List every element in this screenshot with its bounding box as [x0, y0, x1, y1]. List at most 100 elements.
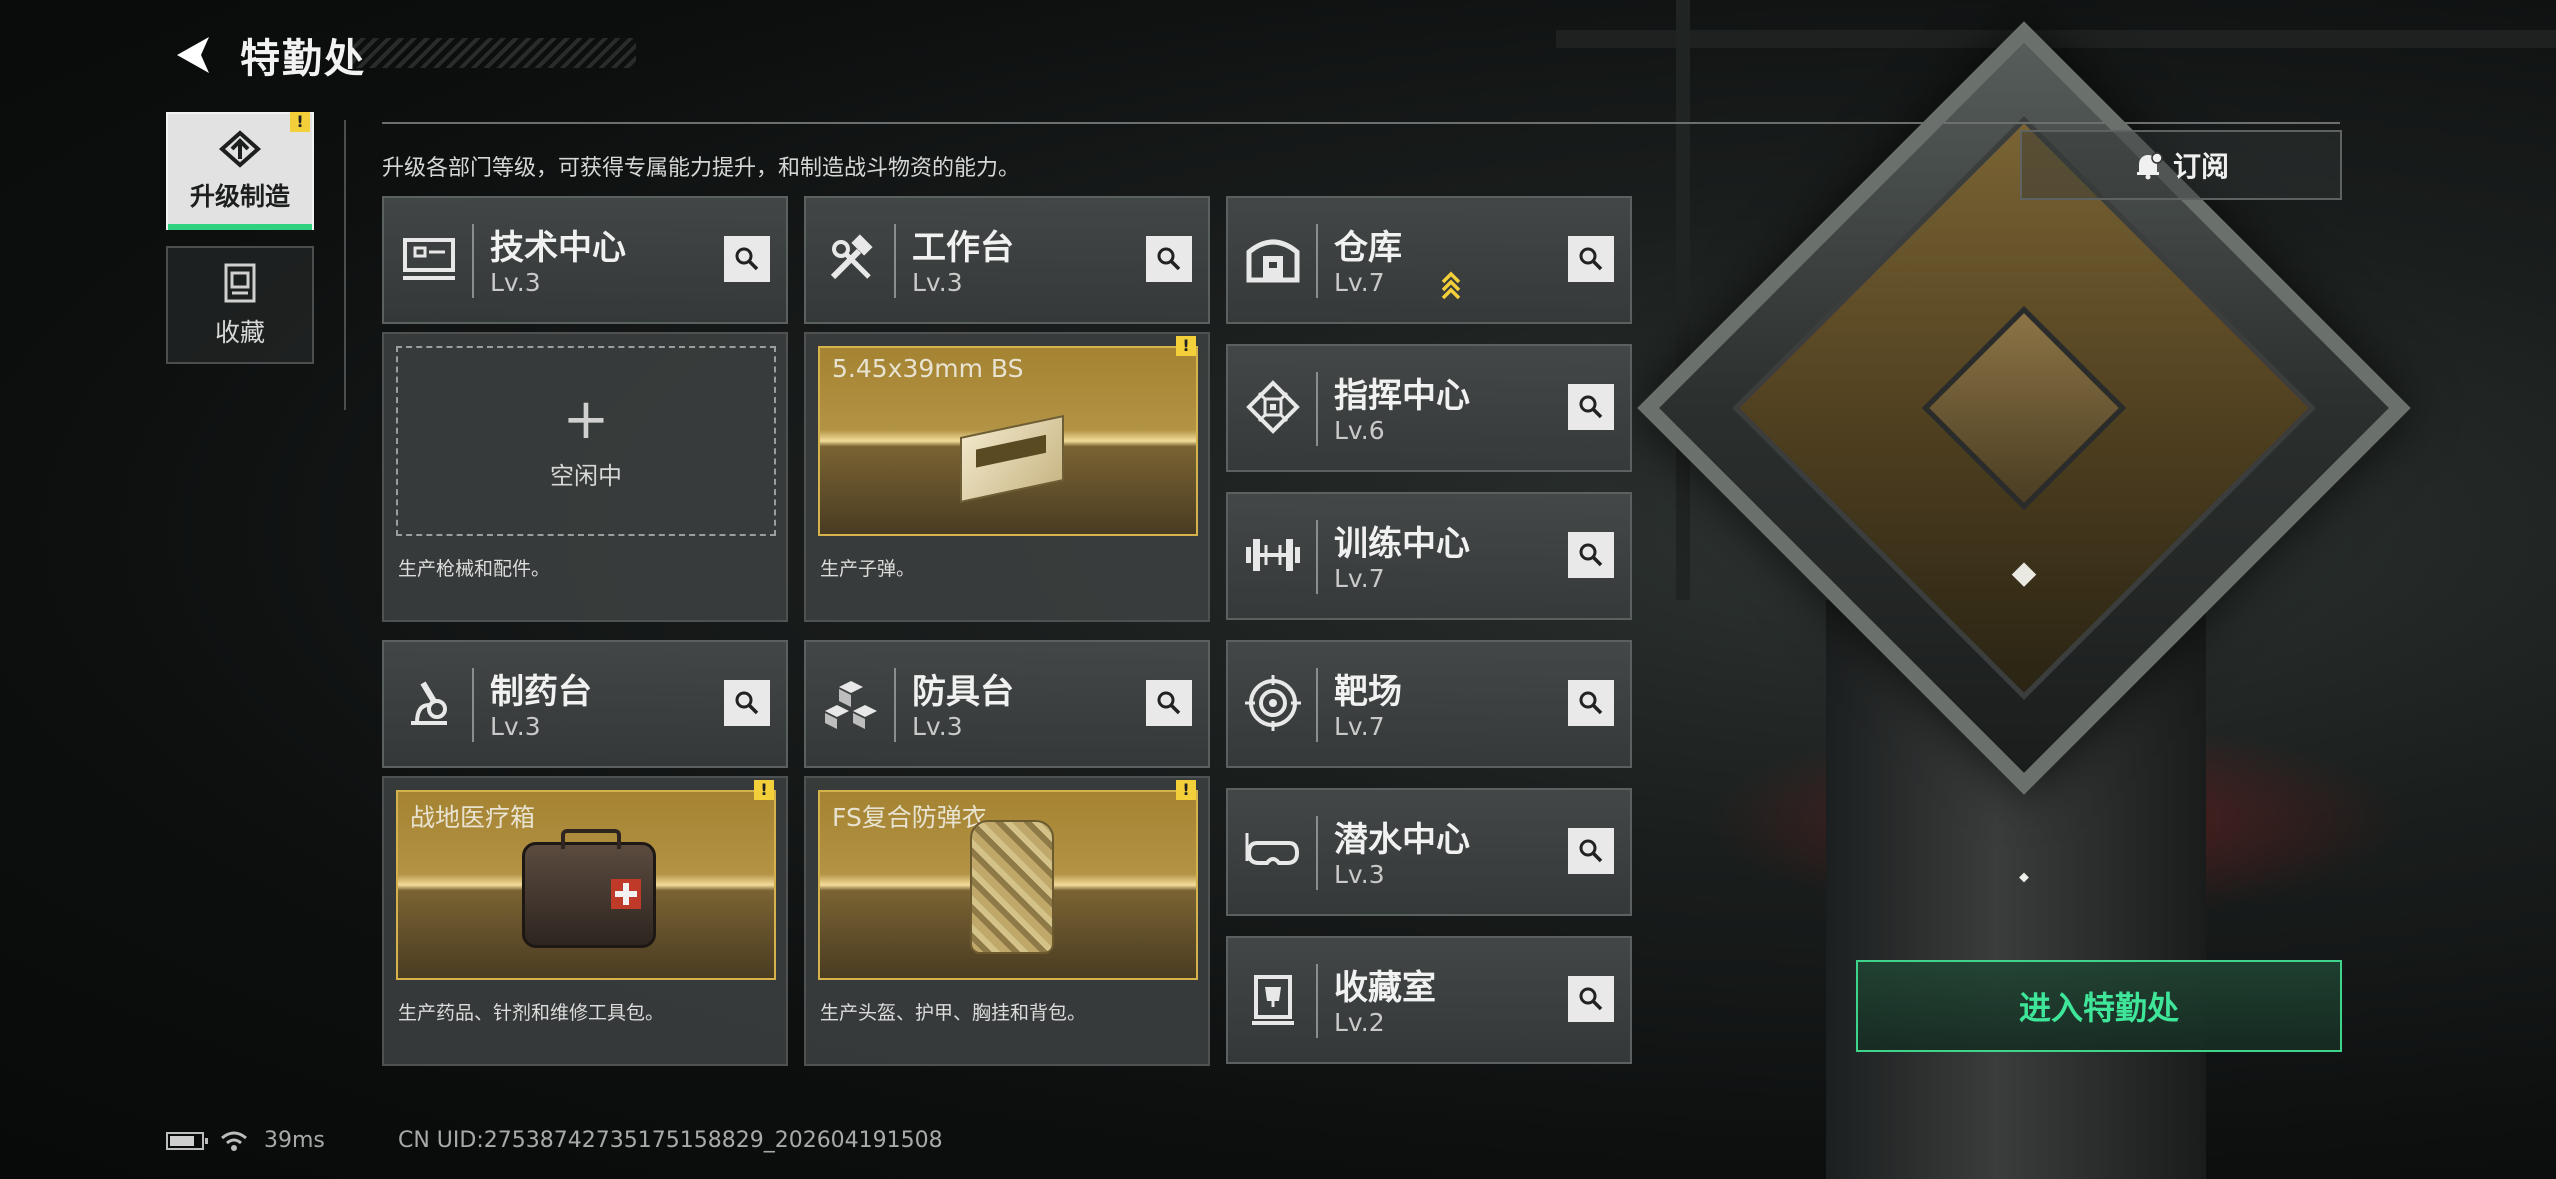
- sidebar-item-upgrade[interactable]: 升级制造 !: [166, 112, 314, 230]
- vertical-beam: [1676, 0, 1690, 600]
- product-name: 战地医疗箱: [410, 803, 536, 832]
- station-name: 防具台: [912, 672, 1014, 712]
- search-button[interactable]: [1146, 236, 1192, 282]
- back-button[interactable]: [168, 30, 218, 80]
- station-name: 靶场: [1334, 672, 1402, 712]
- station-command-center[interactable]: 指挥中心 Lv.6: [1226, 344, 1632, 472]
- station-level: Lv.3: [490, 712, 541, 741]
- subscribe-button[interactable]: 订阅: [2020, 130, 2342, 200]
- idle-label: 空闲中: [550, 461, 622, 490]
- alert-badge: !: [1176, 336, 1196, 356]
- station-name: 工作台: [912, 228, 1014, 268]
- body-armor-image: [970, 820, 1054, 954]
- station-name: 指挥中心: [1334, 376, 1470, 416]
- alert-badge: !: [754, 780, 774, 800]
- production-slot[interactable]: FS复合防弹衣 !: [818, 780, 1198, 980]
- station-level: Lv.3: [490, 268, 541, 297]
- alert-badge: !: [1176, 780, 1196, 800]
- status-bar: 39ms: [166, 1128, 325, 1153]
- trophy-icon: [1242, 968, 1304, 1030]
- collection-icon: [224, 263, 256, 303]
- station-pharmacy[interactable]: 制药台 Lv.3: [382, 640, 788, 768]
- search-button[interactable]: [724, 236, 770, 282]
- magnifier-icon: [1157, 247, 1181, 271]
- station-warehouse[interactable]: 仓库 Lv.7: [1226, 196, 1632, 324]
- production-panel-tech-center[interactable]: + 空闲中 生产枪械和配件。: [382, 332, 788, 622]
- search-button[interactable]: [1568, 976, 1614, 1022]
- plus-icon: +: [562, 386, 610, 452]
- sidebar-item-label: 收藏: [214, 318, 265, 347]
- armor-blocks-icon: [820, 672, 882, 734]
- search-button[interactable]: [1568, 236, 1614, 282]
- station-name: 制药台: [490, 672, 592, 712]
- magnifier-icon: [1579, 691, 1603, 715]
- station-level: Lv.3: [912, 712, 963, 741]
- subscribe-label: 订阅: [2172, 150, 2229, 183]
- station-level: Lv.7: [1334, 268, 1385, 297]
- idle-slot[interactable]: + 空闲中: [396, 346, 776, 536]
- search-button[interactable]: [1568, 828, 1614, 874]
- search-button[interactable]: [1568, 680, 1614, 726]
- production-slot[interactable]: 战地医疗箱 !: [396, 780, 776, 980]
- station-armor-bench[interactable]: 防具台 Lv.3: [804, 640, 1210, 768]
- station-level: Lv.3: [1334, 860, 1385, 889]
- station-level: Lv.7: [1334, 712, 1385, 741]
- battery-icon: [166, 1131, 208, 1150]
- station-name: 潜水中心: [1334, 820, 1470, 860]
- upgrade-arrows-icon: [1441, 271, 1461, 300]
- ammo-box-image: [960, 414, 1064, 504]
- back-arrow-icon: [177, 37, 209, 73]
- station-diving-center[interactable]: 潜水中心 Lv.3: [1226, 788, 1632, 916]
- station-name: 收藏室: [1334, 968, 1436, 1008]
- station-level: Lv.7: [1334, 564, 1385, 593]
- production-description: 生产枪械和配件。: [398, 558, 551, 580]
- station-name: 技术中心: [490, 228, 626, 268]
- station-workbench[interactable]: 工作台 Lv.3: [804, 196, 1210, 324]
- search-button[interactable]: [1146, 680, 1192, 726]
- bell-icon: [2136, 152, 2163, 180]
- production-description: 生产药品、针剂和维修工具包。: [398, 1002, 665, 1024]
- magnifier-icon: [1157, 691, 1181, 715]
- chip-icon: [1242, 376, 1304, 438]
- sidebar-item-collection[interactable]: 收藏: [166, 246, 314, 364]
- production-slot[interactable]: 5.45x39mm BS !: [818, 336, 1198, 536]
- station-training-center[interactable]: 训练中心 Lv.7: [1226, 492, 1632, 620]
- magnifier-icon: [1579, 839, 1603, 863]
- diving-mask-icon: [1242, 820, 1304, 882]
- ping-value: 39ms: [264, 1128, 325, 1153]
- page-title: 特勤处: [240, 36, 366, 82]
- magnifier-icon: [1579, 395, 1603, 419]
- alert-badge: !: [290, 112, 310, 132]
- user-uid: CN UID:27538742735175158829_202604191508: [398, 1128, 943, 1153]
- upgrade-icon: [218, 130, 262, 168]
- divider: [344, 120, 346, 410]
- wifi-icon: [221, 1131, 247, 1151]
- microscope-icon: [398, 672, 460, 734]
- station-level: Lv.2: [1334, 1008, 1385, 1037]
- search-button[interactable]: [724, 680, 770, 726]
- product-name: FS复合防弹衣: [832, 803, 987, 832]
- warehouse-icon: [1242, 228, 1304, 290]
- magnifier-icon: [735, 691, 759, 715]
- ceiling-beam: [1556, 30, 2556, 48]
- station-level: Lv.3: [912, 268, 963, 297]
- tools-icon: [820, 228, 882, 290]
- station-shooting-range[interactable]: 靶场 Lv.7: [1226, 640, 1632, 768]
- page-description: 升级各部门等级，可获得专属能力提升，和制造战斗物资的能力。: [382, 156, 1021, 181]
- production-description: 生产子弹。: [820, 558, 916, 580]
- search-button[interactable]: [1568, 532, 1614, 578]
- search-button[interactable]: [1568, 384, 1614, 430]
- divider: [382, 122, 2340, 124]
- station-collection-room[interactable]: 收藏室 Lv.2: [1226, 936, 1632, 1064]
- monitor-icon: [398, 228, 460, 290]
- production-description: 生产头盔、护甲、胸挂和背包。: [820, 1002, 1087, 1024]
- enter-special-ops-button[interactable]: 进入特勤处: [1856, 960, 2342, 1052]
- station-name: 训练中心: [1334, 524, 1470, 564]
- production-panel-armor-bench[interactable]: FS复合防弹衣 ! 生产头盔、护甲、胸挂和背包。: [804, 776, 1210, 1066]
- magnifier-icon: [735, 247, 759, 271]
- production-panel-workbench[interactable]: 5.45x39mm BS ! 生产子弹。: [804, 332, 1210, 622]
- magnifier-icon: [1579, 247, 1603, 271]
- dumbbell-icon: [1242, 524, 1304, 586]
- production-panel-pharmacy[interactable]: 战地医疗箱 ! 生产药品、针剂和维修工具包。: [382, 776, 788, 1066]
- station-tech-center[interactable]: 技术中心 Lv.3: [382, 196, 788, 324]
